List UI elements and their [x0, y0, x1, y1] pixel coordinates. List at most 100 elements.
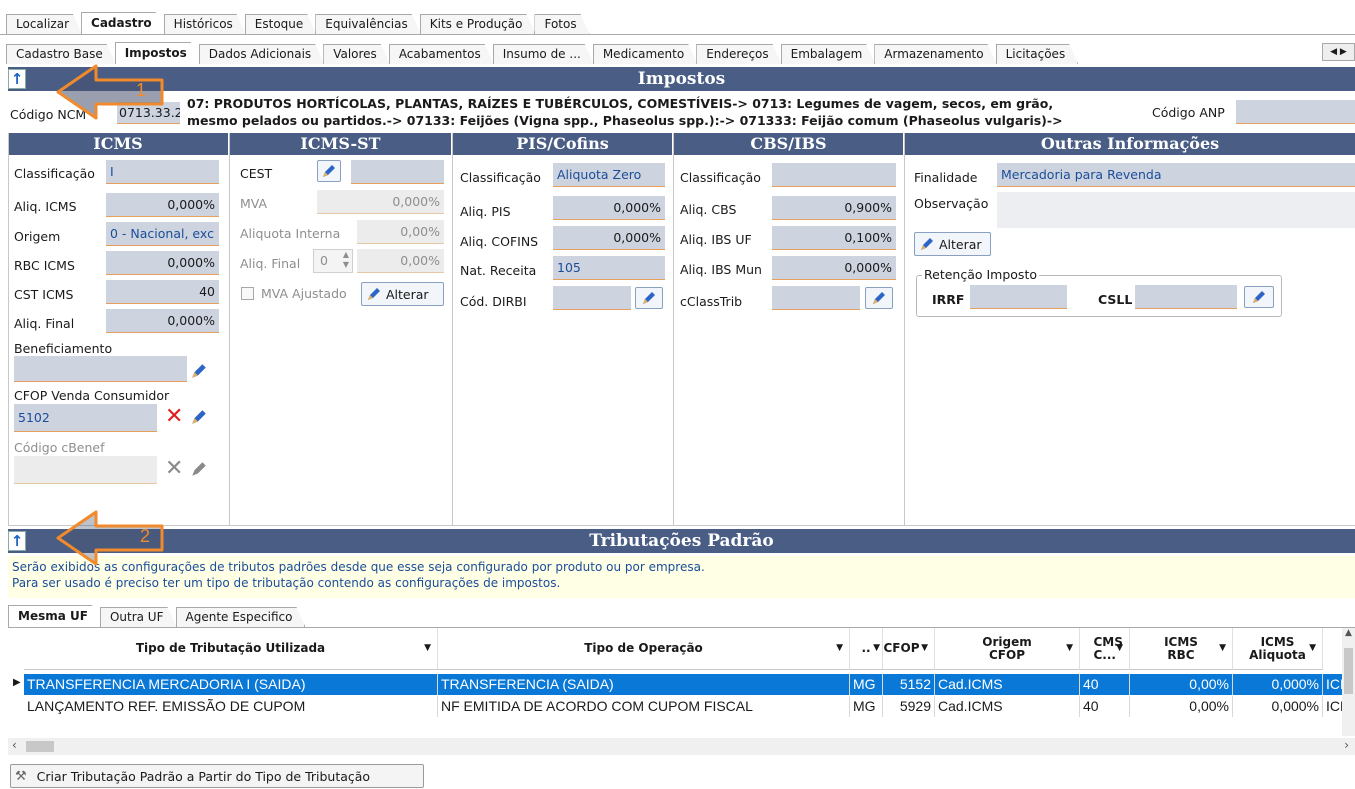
tab-enderecos[interactable]: Endereços — [696, 44, 781, 64]
scroll-up-icon[interactable]: ▲ — [1342, 628, 1355, 638]
tab-valores[interactable]: Valores — [323, 44, 390, 64]
tab-embalagem[interactable]: Embalagem — [781, 44, 876, 64]
col-tipo-tributacao[interactable]: Tipo de Tributação Utilizada ▼ — [24, 628, 438, 670]
cclasstrib-field[interactable] — [772, 286, 860, 310]
cest-edit-button[interactable] — [317, 160, 341, 182]
tab-insumo[interactable]: Insumo de ... — [493, 44, 594, 64]
tab-localizar[interactable]: Localizar — [6, 14, 82, 34]
tab-impostos[interactable]: Impostos — [115, 42, 200, 64]
st-alterar-button[interactable]: Alterar — [361, 282, 444, 306]
st-aliq-final-field[interactable]: 0,00% — [357, 249, 444, 273]
tab-equivalencias[interactable]: Equivalências — [315, 14, 420, 34]
tab-agente-especifico[interactable]: Agente Especifico — [176, 607, 306, 627]
scroll-right-icon[interactable]: › — [1344, 738, 1349, 752]
dropdown-icon[interactable]: ▼ — [836, 642, 843, 655]
pencil-icon[interactable] — [190, 408, 210, 426]
aliq-final-field[interactable]: 0,000% — [106, 309, 219, 333]
clear-x-icon[interactable]: ✕ — [165, 406, 183, 428]
icms-classificacao-label: Classificação — [14, 166, 95, 181]
tab-historicos[interactable]: Históricos — [164, 14, 246, 34]
scroll-left-icon[interactable]: ‹ — [12, 738, 17, 752]
rbc-icms-label: RBC ICMS — [14, 258, 75, 273]
finalidade-select[interactable]: Mercadoria para Revenda — [997, 163, 1355, 187]
col-origem-cfop[interactable]: Origem CFOP ▼ — [935, 628, 1080, 670]
column-divider — [904, 133, 905, 525]
table-row[interactable]: LANÇAMENTO REF. EMISSÃO DE CUPOM NF EMIT… — [24, 696, 1342, 717]
tab-cadastro[interactable]: Cadastro — [81, 12, 165, 34]
aliq-pis-field[interactable]: 0,000% — [553, 196, 665, 220]
tab-estoque[interactable]: Estoque — [245, 14, 317, 34]
cell-uf: MG — [850, 696, 883, 717]
aliq-ibs-uf-field[interactable]: 0,100% — [772, 226, 896, 250]
col-cms-c[interactable]: CMS C... ▼ — [1080, 628, 1130, 670]
col-title: ICMS Aliquota — [1249, 634, 1306, 662]
pis-classificacao-field[interactable]: Aliquota Zero — [553, 163, 665, 187]
dropdown-icon[interactable]: ▼ — [1066, 642, 1073, 655]
anp-field[interactable] — [1236, 100, 1355, 124]
icms-classificacao-field[interactable]: I — [106, 160, 219, 184]
dropdown-icon[interactable]: ▼ — [424, 642, 431, 655]
mva-field[interactable]: 0,000% — [317, 190, 444, 214]
nat-receita-field[interactable]: 105 — [553, 256, 665, 280]
cbenef-field[interactable] — [14, 456, 157, 484]
cell-icms-rbc: 0,00% — [1130, 674, 1233, 695]
spinner-arrows-icon[interactable]: ▲ ▼ — [343, 250, 349, 270]
scroll-thumb[interactable] — [26, 741, 54, 752]
csll-field[interactable] — [1135, 285, 1237, 309]
dirbi-edit-button[interactable] — [635, 287, 663, 309]
table-row[interactable]: TRANSFERENCIA MERCADORIA I (SAIDA) TRANS… — [24, 674, 1342, 695]
aliq-icms-field[interactable]: 0,000% — [106, 193, 219, 217]
cfop-field[interactable]: 5102 — [14, 404, 157, 432]
scroll-thumb[interactable] — [1344, 648, 1353, 694]
dirbi-field[interactable] — [553, 286, 631, 310]
retencao-edit-button[interactable] — [1244, 286, 1274, 308]
collapse-up-icon[interactable]: ↑ — [8, 69, 26, 89]
aliq-ibs-mun-field[interactable]: 0,000% — [772, 256, 896, 280]
col-icms-rbc[interactable]: ICMS RBC ▼ — [1130, 628, 1233, 670]
cclasstrib-edit-button[interactable] — [865, 287, 893, 309]
outras-alterar-button[interactable]: Alterar — [914, 232, 991, 256]
cbs-classificacao-field[interactable] — [772, 163, 896, 187]
criar-tributacao-button[interactable]: ⚒ Criar Tributação Padrão a Partir do Ti… — [10, 764, 424, 788]
col-icms-aliquota[interactable]: ICMS Aliquota ▼ — [1233, 628, 1323, 670]
dropdown-icon[interactable]: ▼ — [1309, 642, 1316, 655]
origem-select[interactable]: 0 - Nacional, exc — [106, 222, 219, 246]
tab-mesma-uf[interactable]: Mesma UF — [8, 605, 101, 627]
rbc-icms-field[interactable]: 0,000% — [106, 251, 219, 275]
cst-icms-field[interactable]: 40 — [106, 280, 219, 304]
cell-tipo-tributacao: TRANSFERENCIA MERCADORIA I (SAIDA) — [24, 674, 438, 695]
tab-outra-uf[interactable]: Outra UF — [100, 607, 177, 627]
dropdown-icon[interactable]: ▼ — [1219, 642, 1226, 655]
dropdown-icon[interactable]: ▼ — [1116, 642, 1123, 655]
col-uf[interactable]: .. ▼ — [850, 628, 883, 670]
aliq-final-spinner[interactable]: 0 ▲ ▼ — [313, 249, 353, 273]
pencil-icon[interactable] — [190, 362, 210, 380]
aliq-cofins-field[interactable]: 0,000% — [553, 226, 665, 250]
observacao-field[interactable] — [997, 192, 1355, 228]
aliq-pis-label: Aliq. PIS — [460, 204, 511, 219]
tab-fotos[interactable]: Fotos — [534, 14, 589, 34]
vertical-scrollbar[interactable]: ▲ — [1342, 628, 1355, 736]
tab-kits-producao[interactable]: Kits e Produção — [420, 14, 536, 34]
dropdown-icon[interactable]: ▼ — [873, 642, 880, 655]
col-title: CMS C... — [1093, 634, 1123, 662]
cest-field[interactable] — [351, 160, 444, 184]
tab-medicamento[interactable]: Medicamento — [593, 44, 697, 64]
col-cfop[interactable]: CFOP ▼ — [883, 628, 935, 670]
tab-armazenamento[interactable]: Armazenamento — [874, 44, 996, 64]
annotation-arrow-1 — [56, 64, 164, 120]
dropdown-icon[interactable]: ▼ — [921, 642, 928, 655]
collapse-up-icon[interactable]: ↑ — [8, 531, 26, 551]
tab-dados-adicionais[interactable]: Dados Adicionais — [199, 44, 324, 64]
tab-scroll-buttons[interactable]: ◀ ▶ — [1322, 43, 1355, 61]
tab-acabamentos[interactable]: Acabamentos — [389, 44, 494, 64]
mva-ajustado-checkbox[interactable] — [241, 287, 254, 300]
col-tipo-operacao[interactable]: Tipo de Operação ▼ — [438, 628, 850, 670]
aliq-interna-field[interactable]: 0,00% — [357, 220, 444, 244]
irrf-field[interactable] — [970, 285, 1067, 309]
tab-cadastro-base[interactable]: Cadastro Base — [6, 44, 116, 64]
beneficiamento-field[interactable] — [14, 356, 187, 382]
tab-licitacoes[interactable]: Licitações — [996, 44, 1079, 64]
aliq-cbs-field[interactable]: 0,900% — [772, 196, 896, 220]
horizontal-scrollbar[interactable]: ‹ › — [8, 738, 1355, 755]
